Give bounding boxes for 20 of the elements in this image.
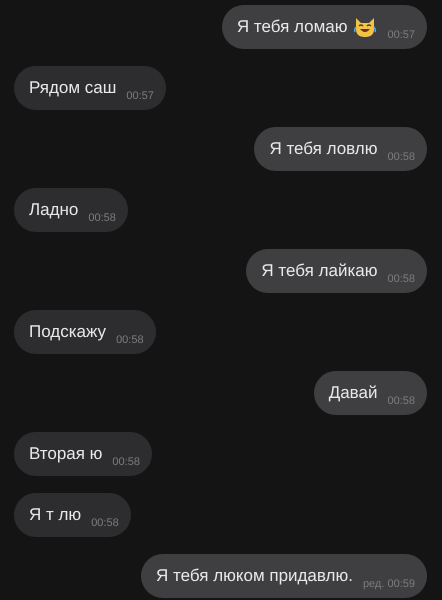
message-time: 00:58 [116,334,144,346]
message-time: 00:58 [387,151,415,163]
message-time: 00:58 [387,395,415,407]
message-text: Я т лю [29,505,82,525]
message-time: 00:58 [88,212,116,224]
message-time: 00:58 [387,273,415,285]
message-time: 00:58 [112,456,140,468]
message-time: 00:57 [126,90,154,102]
message-time: 00:57 [387,29,415,41]
message-time: ред. 00:59 [362,578,415,590]
message-text: Рядом саш [29,78,116,98]
message-text: Вторая ю [29,444,102,464]
message-text: Подскажу [29,322,106,342]
message-text: Я тебя ломаю [236,17,348,37]
message-text: Давай [328,383,378,403]
message-text: Я тебя люком придавлю. [156,566,353,586]
message-time: 00:58 [91,517,119,529]
message-text: Я тебя лайкаю [261,261,378,281]
message-text: Я тебя ловлю [269,139,378,159]
message-text: Ладно [29,200,78,220]
